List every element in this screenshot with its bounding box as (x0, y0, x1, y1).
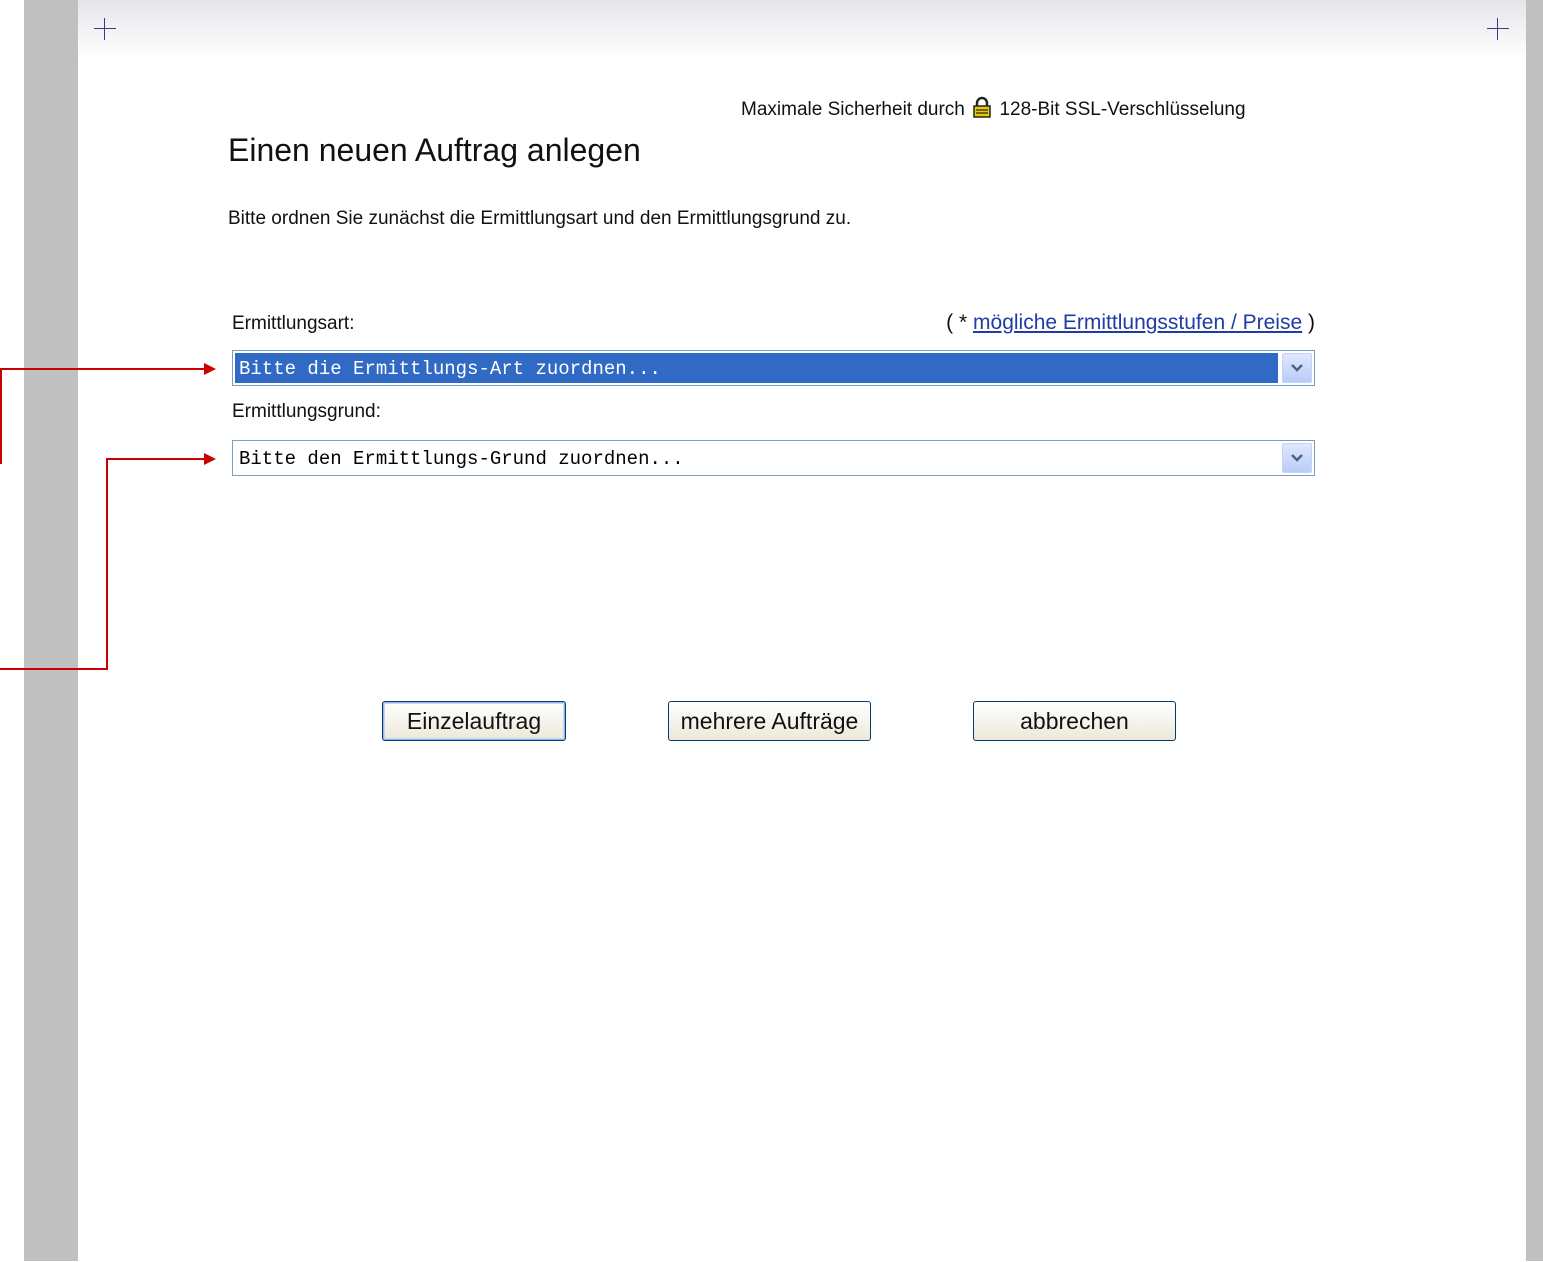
page-canvas (78, 0, 1526, 1262)
ermittlungsart-select-value: Bitte die Ermittlungs-Art zuordnen... (239, 358, 661, 380)
einzelauftrag-button[interactable]: Einzelauftrag (382, 701, 566, 741)
page-title: Einen neuen Auftrag anlegen (228, 132, 641, 168)
crop-mark-icon (94, 18, 116, 40)
chevron-down-icon[interactable] (1282, 443, 1312, 473)
callout-line-art-vertical (0, 368, 2, 464)
callout-line-grund-vertical (106, 458, 108, 670)
price-levels-link[interactable]: mögliche Ermittlungsstufen / Preise (973, 311, 1302, 334)
chevron-down-icon[interactable] (1282, 353, 1312, 383)
page-header-shade (78, 0, 1526, 60)
callout-line-grund-bottom (0, 668, 108, 670)
hint-close: ) (1308, 311, 1315, 334)
callout-line-grund (106, 458, 205, 460)
ermittlungsgrund-select-value: Bitte den Ermittlungs-Grund zuordnen... (239, 448, 684, 470)
security-notice: Maximale Sicherheit durch 128-Bit SSL-Ve… (741, 96, 1246, 124)
intro-text: Bitte ordnen Sie zunächst die Ermittlung… (228, 208, 852, 229)
left-gutter (0, 0, 24, 1261)
mehrere-auftraege-button[interactable]: mehrere Aufträge (668, 701, 871, 741)
ermittlungsgrund-label: Ermittlungsgrund: (232, 401, 381, 422)
security-prefix: Maximale Sicherheit durch (741, 99, 965, 120)
callout-line-art (0, 368, 205, 370)
price-hint: ( * mögliche Ermittlungsstufen / Preise … (946, 311, 1315, 335)
security-suffix: 128-Bit SSL-Verschlüsselung (999, 99, 1246, 120)
callout-arrow-icon (204, 363, 216, 375)
lock-icon (972, 96, 992, 124)
callout-arrow-icon (204, 453, 216, 465)
crop-mark-icon (1487, 18, 1509, 40)
abbrechen-button[interactable]: abbrechen (973, 701, 1176, 741)
hint-open: ( * (946, 311, 968, 334)
right-margin (1526, 0, 1543, 1261)
ermittlungsgrund-select[interactable]: Bitte den Ermittlungs-Grund zuordnen... (232, 440, 1315, 476)
ermittlungsart-label: Ermittlungsart: (232, 313, 355, 334)
ermittlungsart-select[interactable]: Bitte die Ermittlungs-Art zuordnen... (232, 350, 1315, 386)
